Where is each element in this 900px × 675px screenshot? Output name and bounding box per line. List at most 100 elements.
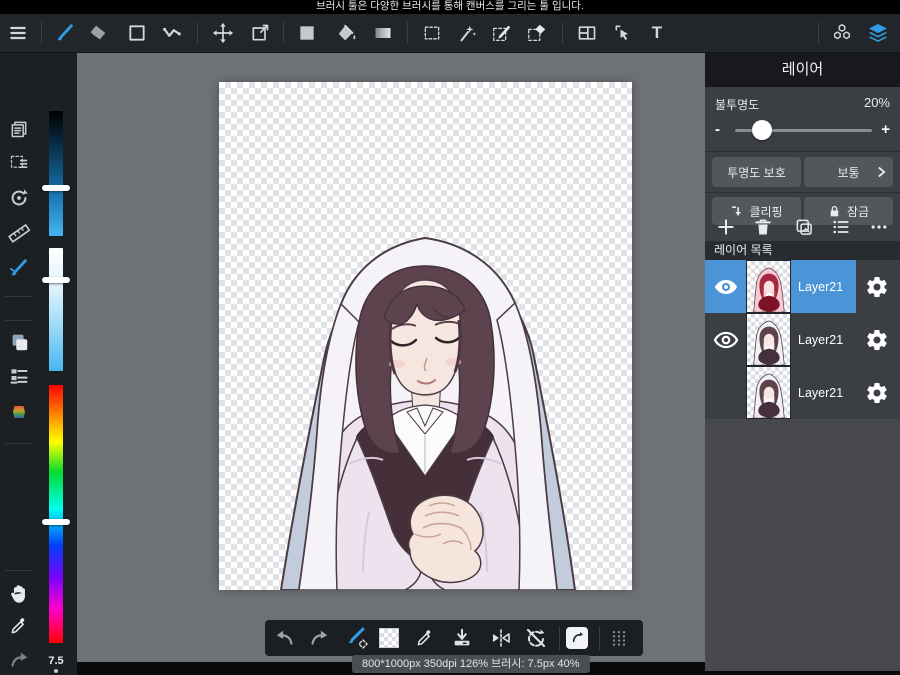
- saturation-slider[interactable]: [49, 248, 63, 371]
- saturation-slider-handle[interactable]: [42, 277, 70, 283]
- brush-settings-icon[interactable]: [6, 255, 32, 281]
- sidebar-divider: [5, 320, 33, 321]
- layer-name: Layer21: [798, 386, 843, 400]
- copy-layers-icon[interactable]: [6, 329, 32, 355]
- layers-panel-title: 레이어: [705, 53, 900, 87]
- alpha-lock-label: 투명도 보호: [727, 164, 786, 181]
- layer-thumbnail[interactable]: [746, 260, 791, 313]
- layer-settings-gear-icon[interactable]: [865, 275, 889, 299]
- left-sidebar: 7.5 px 40 %: [0, 53, 77, 675]
- material-3d-icon[interactable]: [827, 18, 857, 48]
- text-tool-glyph: T: [652, 23, 662, 43]
- layer-visibility-eye-icon[interactable]: [713, 274, 739, 300]
- bottom-toolbar-divider: [559, 626, 560, 650]
- select-rectangle-tool[interactable]: [417, 18, 447, 48]
- value-slider[interactable]: [49, 111, 63, 236]
- layer-list-view-button[interactable]: [828, 214, 854, 240]
- layer-row[interactable]: Layer21: [705, 260, 900, 313]
- polyline-tool[interactable]: [157, 18, 187, 48]
- main-toolbar: T: [0, 14, 900, 53]
- bottom-toolbar-divider: [599, 626, 600, 650]
- blend-mode-button[interactable]: 보통: [804, 157, 893, 187]
- eraser-tool[interactable]: [83, 18, 113, 48]
- undo-icon[interactable]: [272, 625, 298, 651]
- drag-handle-icon[interactable]: [606, 625, 632, 651]
- select-menu-icon[interactable]: [6, 150, 32, 176]
- alpha-lock-button[interactable]: 투명도 보호: [712, 157, 801, 187]
- toolbar-divider: [562, 22, 563, 44]
- select-cursor-tool[interactable]: [608, 18, 638, 48]
- snap-list-icon[interactable]: [6, 363, 32, 389]
- magic-wand-tool[interactable]: [452, 18, 482, 48]
- canvas-artwork: [219, 82, 632, 590]
- brush-eraser-toggle-icon[interactable]: [345, 625, 371, 651]
- delete-layer-button[interactable]: [750, 214, 776, 240]
- opacity-decrease-button[interactable]: -: [715, 120, 720, 140]
- select-eraser-tool[interactable]: [522, 18, 552, 48]
- fill-tool[interactable]: [292, 18, 322, 48]
- layer-visibility-eye-icon[interactable]: [713, 327, 739, 353]
- layer-thumbnail[interactable]: [746, 366, 791, 419]
- hue-slider[interactable]: [49, 385, 63, 643]
- save-icon[interactable]: [449, 625, 475, 651]
- gradient-tool[interactable]: [368, 18, 398, 48]
- hand-tool-icon[interactable]: [6, 581, 32, 607]
- blend-mode-label: 보통: [837, 164, 859, 181]
- layer-list-title: 레이어 목록: [705, 241, 900, 260]
- opacity-increase-button[interactable]: +: [881, 120, 890, 140]
- brush-size-value: 7.5: [38, 655, 74, 667]
- sidebar-divider: [5, 570, 33, 571]
- bottom-toolbar: [265, 620, 643, 656]
- brush-size-preview-dot: [54, 669, 58, 673]
- toolbar-divider: [197, 22, 198, 44]
- redo-icon[interactable]: [306, 625, 332, 651]
- brush-tool[interactable]: [50, 18, 80, 48]
- bucket-tool[interactable]: [332, 18, 362, 48]
- redo-icon[interactable]: [6, 647, 32, 673]
- text-tool[interactable]: T: [642, 18, 672, 48]
- opacity-value: 20%: [864, 95, 890, 110]
- sidebar-divider: [5, 443, 33, 444]
- drawing-canvas[interactable]: [219, 82, 632, 590]
- toolbar-divider: [818, 22, 819, 44]
- layer-settings-gear-icon[interactable]: [865, 328, 889, 352]
- transparent-color-swatch[interactable]: [379, 628, 399, 648]
- move-tool[interactable]: [208, 18, 238, 48]
- duplicate-layer-button[interactable]: [791, 214, 817, 240]
- layers-panel-icon[interactable]: [863, 18, 893, 48]
- palette-icon[interactable]: [6, 399, 32, 425]
- flip-horizontal-icon[interactable]: [488, 625, 514, 651]
- shape-tool[interactable]: [122, 18, 152, 48]
- value-slider-handle[interactable]: [42, 185, 70, 191]
- menu-icon[interactable]: [3, 18, 33, 48]
- ruler-icon[interactable]: [6, 220, 32, 246]
- rotate-disabled-icon[interactable]: [523, 625, 549, 651]
- panel-divide-tool[interactable]: [572, 18, 602, 48]
- panel-divider: [705, 192, 900, 193]
- export-shortcut-button[interactable]: [566, 627, 588, 649]
- layers-panel: 레이어 불투명도 20% - + 투명도 보호 보통 클리핑 잠금: [705, 53, 900, 671]
- layer-thumbnail[interactable]: [746, 313, 791, 366]
- add-layer-button[interactable]: [713, 214, 739, 240]
- layer-row[interactable]: Layer21: [705, 313, 900, 366]
- hue-slider-handle[interactable]: [42, 519, 70, 525]
- app-window: 브러시 툴은 다양한 브러시를 통해 캔버스를 그리는 툴 입니다.: [0, 0, 900, 675]
- layer-name: Layer21: [798, 333, 843, 347]
- eyedropper-icon[interactable]: [412, 625, 438, 651]
- opacity-label: 불투명도: [715, 96, 759, 113]
- eyedropper-icon[interactable]: [6, 613, 32, 639]
- more-options-button[interactable]: [866, 214, 892, 240]
- chevron-right-icon: [877, 166, 886, 178]
- toolbar-divider: [407, 22, 408, 44]
- rotate-reset-icon[interactable]: [6, 185, 32, 211]
- opacity-slider-handle[interactable]: [752, 120, 772, 140]
- pages-icon[interactable]: [6, 116, 32, 142]
- layer-name: Layer21: [798, 280, 843, 294]
- layer-settings-gear-icon[interactable]: [865, 381, 889, 405]
- layer-row[interactable]: Layer21: [705, 366, 900, 419]
- select-pen-tool[interactable]: [487, 18, 517, 48]
- toolbar-divider: [283, 22, 284, 44]
- toolbar-divider: [41, 22, 42, 44]
- transform-tool[interactable]: [245, 18, 275, 48]
- tooltip-text: 브러시 툴은 다양한 브러시를 통해 캔버스를 그리는 툴 입니다.: [316, 0, 584, 12]
